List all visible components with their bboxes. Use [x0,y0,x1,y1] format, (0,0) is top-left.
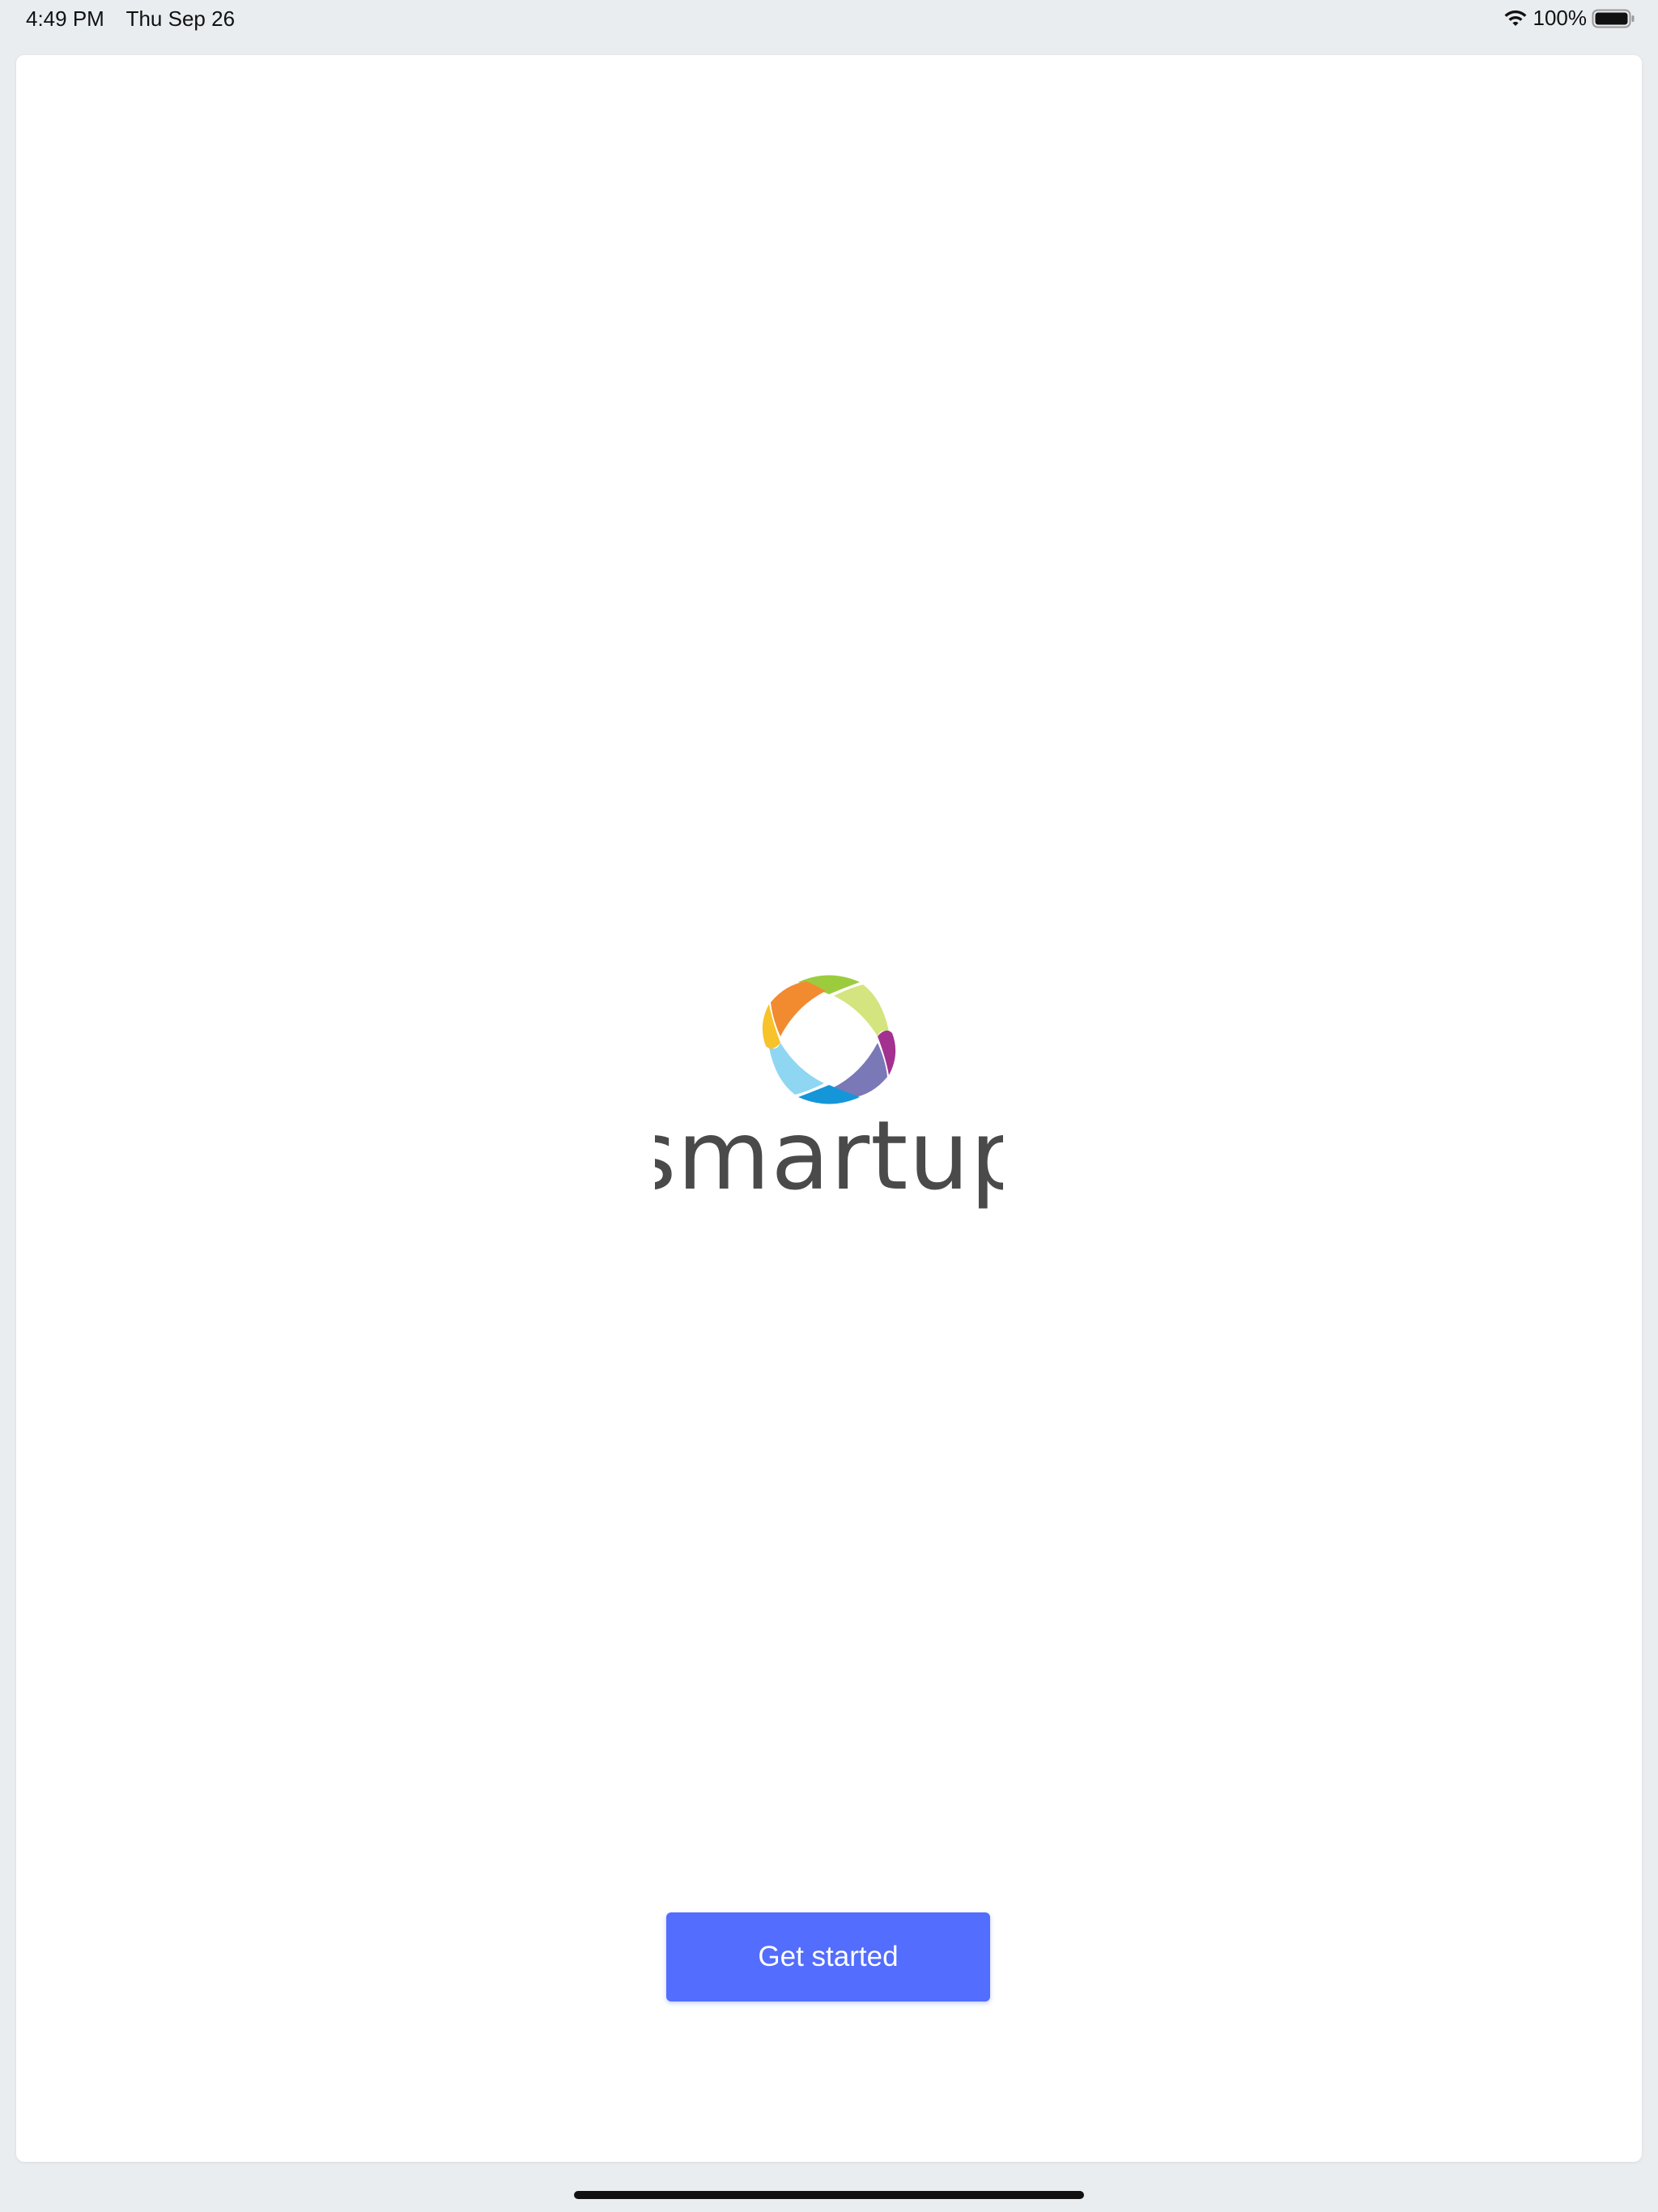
main-card: smartup Get started [16,55,1642,2162]
battery-percent: 100% [1533,6,1588,30]
battery-icon [1592,9,1635,28]
status-bar: 4:49 PM Thu Sep 26 100% [0,0,1658,39]
smartup-logo-mark-icon [762,975,896,1104]
status-right: 100% [1503,6,1636,31]
wifi-icon [1504,10,1526,26]
status-left: 4:49 PM Thu Sep 26 [26,6,235,32]
status-time: 4:49 PM [26,6,104,31]
smartup-logo: smartup [16,970,1642,1223]
smartup-wordmark-text: smartup [655,1117,1003,1211]
status-date: Thu Sep 26 [125,6,236,31]
home-indicator[interactable] [574,2191,1084,2199]
smartup-wordmark: smartup [655,1117,1003,1211]
get-started-button[interactable]: Get started [666,1912,990,2001]
